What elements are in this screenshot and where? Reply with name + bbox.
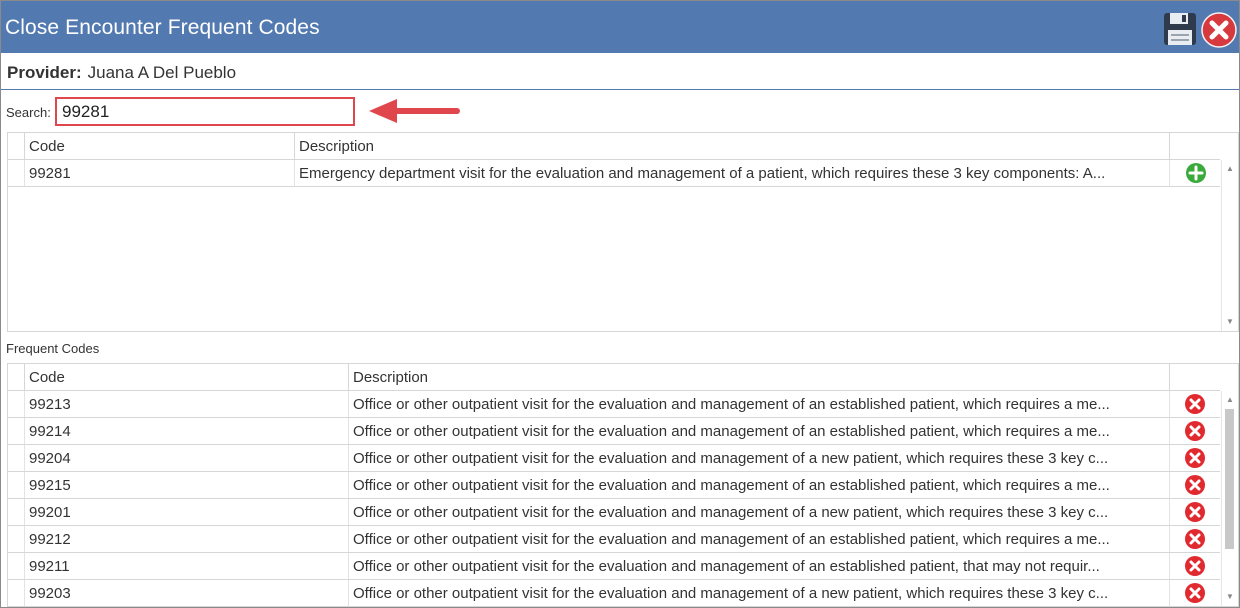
search-results-header: Code Description: [8, 133, 1220, 160]
action-cell: [1169, 391, 1220, 417]
description-cell: Office or other outpatient visit for the…: [348, 418, 1169, 444]
window-title: Close Encounter Frequent Codes: [5, 16, 320, 39]
annotation-arrow-icon: [369, 99, 460, 123]
description-cell: Emergency department visit for the evalu…: [294, 160, 1169, 186]
code-cell: 99204: [24, 445, 348, 471]
remove-icon[interactable]: [1184, 447, 1206, 469]
scroll-down-icon[interactable]: ▼: [1222, 590, 1238, 604]
table-row[interactable]: 99281 Emergency department visit for the…: [8, 160, 1220, 187]
row-selector[interactable]: [8, 526, 24, 552]
title-bar: Close Encounter Frequent Codes: [1, 1, 1239, 53]
description-cell: Office or other outpatient visit for the…: [348, 499, 1169, 525]
provider-name: Juana A Del Pueblo: [87, 63, 237, 82]
remove-icon[interactable]: [1184, 555, 1206, 577]
remove-icon[interactable]: [1184, 420, 1206, 442]
row-selector-header: [8, 364, 24, 391]
action-cell: [1169, 445, 1220, 471]
frequent-codes-header: Code Description: [8, 364, 1220, 391]
code-column-header[interactable]: Code: [24, 133, 294, 160]
description-column-header[interactable]: Description: [294, 133, 1169, 160]
description-cell: Office or other outpatient visit for the…: [348, 526, 1169, 552]
action-cell: [1169, 472, 1220, 498]
remove-icon[interactable]: [1184, 528, 1206, 550]
frequent-codes-grid: Code Description 99213 Office or other ou…: [7, 363, 1239, 607]
table-row[interactable]: 99212 Office or other outpatient visit fo…: [8, 526, 1220, 553]
code-cell: 99214: [24, 418, 348, 444]
remove-icon[interactable]: [1184, 474, 1206, 496]
search-label: Search:: [6, 105, 51, 120]
green-plus-icon[interactable]: [1185, 162, 1207, 184]
scroll-down-icon[interactable]: ▼: [1222, 315, 1238, 329]
provider-label: Provider:: [7, 63, 82, 82]
remove-icon[interactable]: [1184, 582, 1206, 604]
code-cell: 99212: [24, 526, 348, 552]
action-cell: [1169, 499, 1220, 525]
description-cell: Office or other outpatient visit for the…: [348, 580, 1169, 606]
row-selector[interactable]: [8, 553, 24, 579]
remove-icon[interactable]: [1184, 393, 1206, 415]
row-selector[interactable]: [8, 499, 24, 525]
dialog-window: Close Encounter Frequent Codes Provider:…: [0, 0, 1240, 608]
description-cell: Office or other outpatient visit for the…: [348, 391, 1169, 417]
table-row[interactable]: 99215 Office or other outpatient visit fo…: [8, 472, 1220, 499]
table-row[interactable]: 99203 Office or other outpatient visit fo…: [8, 580, 1220, 607]
remove-icon[interactable]: [1184, 501, 1206, 523]
row-selector[interactable]: [8, 445, 24, 471]
table-row[interactable]: 99213 Office or other outpatient visit fo…: [8, 391, 1220, 418]
action-cell: [1169, 553, 1220, 579]
close-icon[interactable]: [1201, 12, 1237, 48]
search-results-scrollbar[interactable]: ▲ ▼: [1221, 160, 1238, 331]
table-row[interactable]: 99204 Office or other outpatient visit fo…: [8, 445, 1220, 472]
search-input[interactable]: [55, 97, 355, 126]
row-selector[interactable]: [8, 472, 24, 498]
provider-info: Provider: Juana A Del Pueblo: [7, 63, 236, 83]
code-cell: 99211: [24, 553, 348, 579]
description-cell: Office or other outpatient visit for the…: [348, 553, 1169, 579]
code-cell: 99213: [24, 391, 348, 417]
description-cell: Office or other outpatient visit for the…: [348, 445, 1169, 471]
description-cell: Office or other outpatient visit for the…: [348, 472, 1169, 498]
code-cell: 99201: [24, 499, 348, 525]
action-cell: [1169, 160, 1220, 186]
row-selector[interactable]: [8, 160, 24, 186]
scroll-up-icon[interactable]: ▲: [1222, 162, 1238, 176]
floppy-disk-icon[interactable]: [1163, 12, 1197, 46]
description-column-header[interactable]: Description: [348, 364, 1169, 391]
action-cell: [1169, 526, 1220, 552]
frequent-codes-scrollbar[interactable]: ▲ ▼: [1221, 391, 1238, 606]
row-selector[interactable]: [8, 391, 24, 417]
table-row[interactable]: 99214 Office or other outpatient visit fo…: [8, 418, 1220, 445]
action-cell: [1169, 580, 1220, 606]
action-column-header: [1169, 364, 1220, 391]
table-row[interactable]: 99201 Office or other outpatient visit fo…: [8, 499, 1220, 526]
search-results-grid: Code Description 99281 Emergency departm…: [7, 132, 1239, 332]
frequent-codes-label: Frequent Codes: [6, 341, 100, 356]
row-selector-header: [8, 133, 24, 160]
action-column-header: [1169, 133, 1220, 160]
scroll-up-icon[interactable]: ▲: [1222, 393, 1238, 407]
action-cell: [1169, 418, 1220, 444]
row-selector[interactable]: [8, 580, 24, 606]
table-row[interactable]: 99211 Office or other outpatient visit fo…: [8, 553, 1220, 580]
scrollbar-thumb[interactable]: [1225, 409, 1234, 549]
code-cell: 99203: [24, 580, 348, 606]
header-divider: [1, 89, 1239, 90]
code-cell: 99281: [24, 160, 294, 186]
row-selector[interactable]: [8, 418, 24, 444]
code-column-header[interactable]: Code: [24, 364, 348, 391]
code-cell: 99215: [24, 472, 348, 498]
